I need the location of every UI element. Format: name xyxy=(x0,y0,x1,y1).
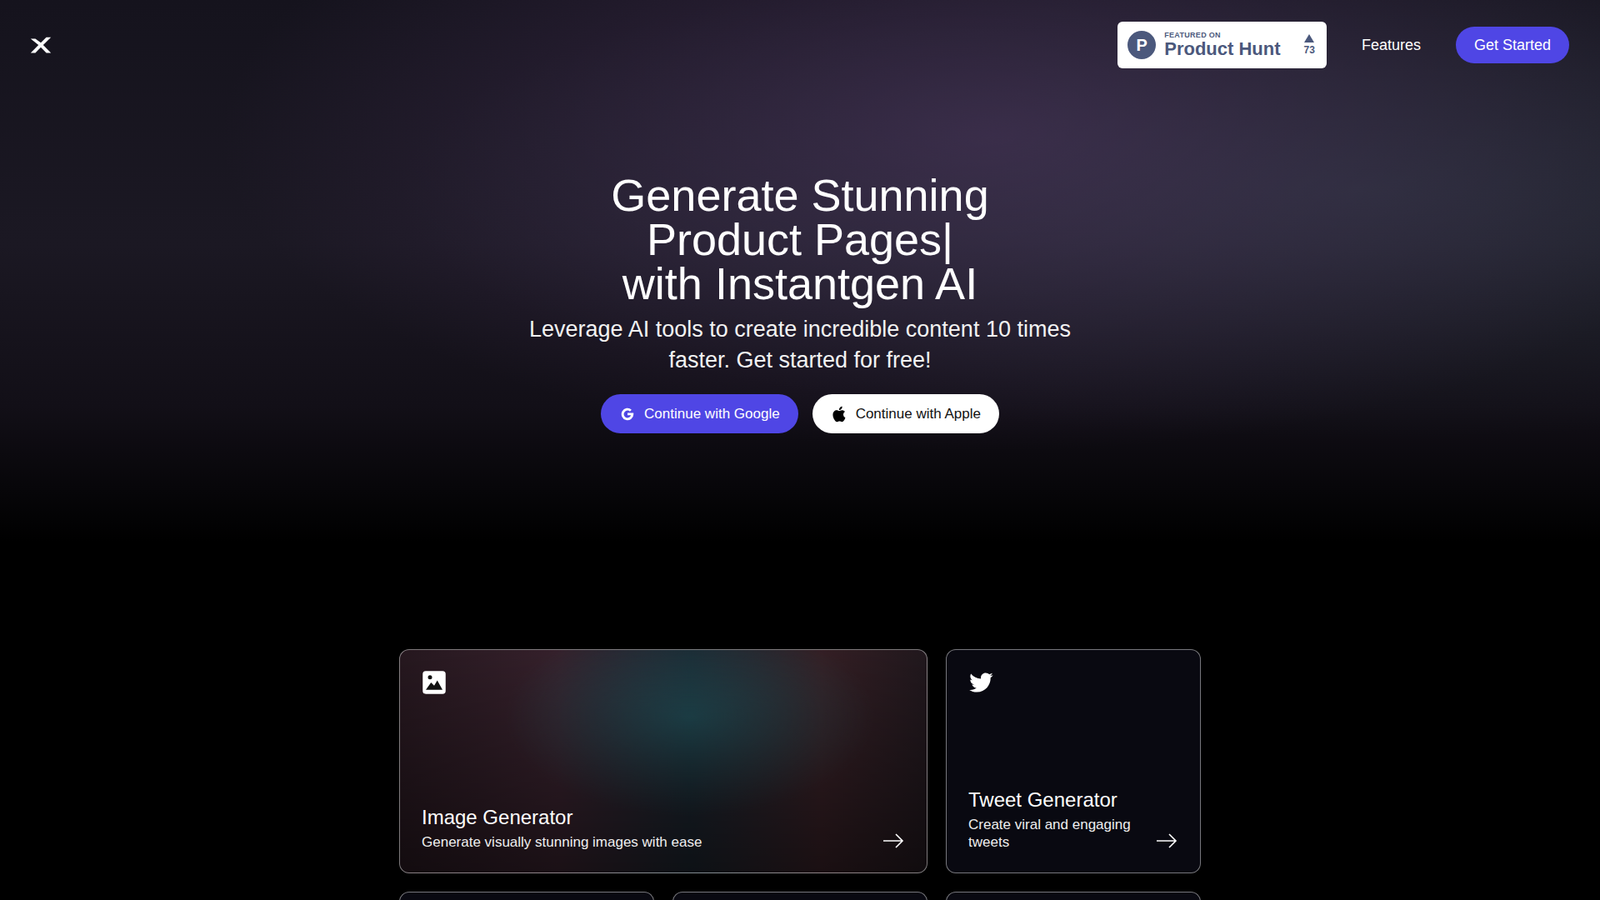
hero-subtitle: Leverage AI tools to create incredible c… xyxy=(508,314,1092,376)
feature-card[interactable]: Image Generator Generate visually stunnin… xyxy=(399,649,928,874)
product-hunt-badge[interactable]: P FEATURED ONProduct Hunt 73 xyxy=(1117,21,1327,69)
hero-content: Generate StunningProduct Pages|with Inst… xyxy=(0,68,1600,434)
google-button[interactable]: Continue with Google xyxy=(600,394,799,434)
title-line: Generate Stunning xyxy=(610,173,989,218)
feature-card-partial[interactable] xyxy=(399,891,655,900)
product-hunt-text: FEATURED ONProduct Hunt xyxy=(1164,31,1280,60)
hero-section: P FEATURED ONProduct Hunt 73 Features Get St… xyxy=(0,0,1600,542)
brand-logo-icon[interactable] xyxy=(28,32,54,58)
landing-page: P FEATURED ONProduct Hunt 73 Features Get St… xyxy=(0,0,1600,900)
card-text: Tweet GeneratorCreate viral and engaging… xyxy=(968,787,1142,851)
google-icon xyxy=(619,405,636,423)
feature-cards: Image Generator Generate visually stunnin… xyxy=(0,541,1600,900)
nav-link[interactable]: Features xyxy=(1361,36,1421,55)
card-footer: Image Generator Generate visually stunnin… xyxy=(421,805,905,851)
arrow-right-icon[interactable] xyxy=(1155,832,1179,850)
image-icon xyxy=(421,670,447,695)
feature-card-partial[interactable] xyxy=(672,891,928,900)
card-description: Generate visually stunning images with e… xyxy=(421,833,702,851)
badge-caption: FEATURED ON xyxy=(1164,31,1280,40)
top-nav: P FEATURED ONProduct Hunt 73 Features Get St… xyxy=(0,0,1600,69)
card-description: Create viral and engaging tweets xyxy=(968,815,1142,851)
badge-name: Product Hunt xyxy=(1164,39,1280,59)
title-line: with Instantgen AI xyxy=(622,261,978,306)
hero-title: Generate StunningProduct Pages|with Inst… xyxy=(610,173,989,306)
title-line: Product Pages| xyxy=(646,217,954,262)
card-footer: Tweet GeneratorCreate viral and engaging… xyxy=(968,787,1179,851)
arrow-right-icon[interactable] xyxy=(881,832,905,850)
card-title: Image Generator xyxy=(421,805,702,830)
feature-card-partial[interactable] xyxy=(945,891,1201,900)
apple-icon xyxy=(830,405,848,423)
button-label: Continue with Google xyxy=(644,405,780,423)
get-started-button[interactable]: Get Started xyxy=(1455,26,1570,64)
product-hunt-logo: P xyxy=(1127,30,1156,60)
feature-card[interactable]: Tweet GeneratorCreate viral and engaging… xyxy=(945,649,1201,874)
upvote-icon xyxy=(1304,34,1315,43)
vote-number: 73 xyxy=(1304,44,1315,56)
apple-button[interactable]: Continue with Apple xyxy=(812,394,1000,434)
card-title: Tweet Generator xyxy=(968,787,1142,813)
vote-count: 73 xyxy=(1304,34,1315,56)
auth-buttons: Continue with Google Continue with Apple xyxy=(600,394,1000,434)
button-label: Continue with Apple xyxy=(855,405,981,423)
twitter-icon xyxy=(968,670,994,695)
card-text: Image Generator Generate visually stunnin… xyxy=(421,805,702,851)
nav-actions: P FEATURED ONProduct Hunt 73 Features Get St… xyxy=(1117,21,1570,69)
